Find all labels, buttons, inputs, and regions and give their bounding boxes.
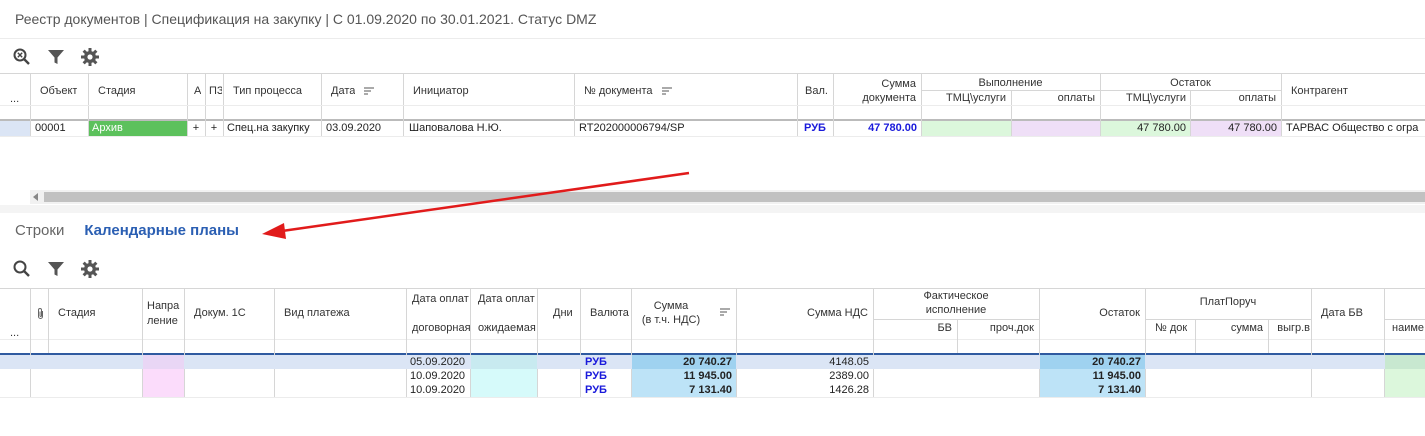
annotation-arrow-icon xyxy=(262,171,690,239)
